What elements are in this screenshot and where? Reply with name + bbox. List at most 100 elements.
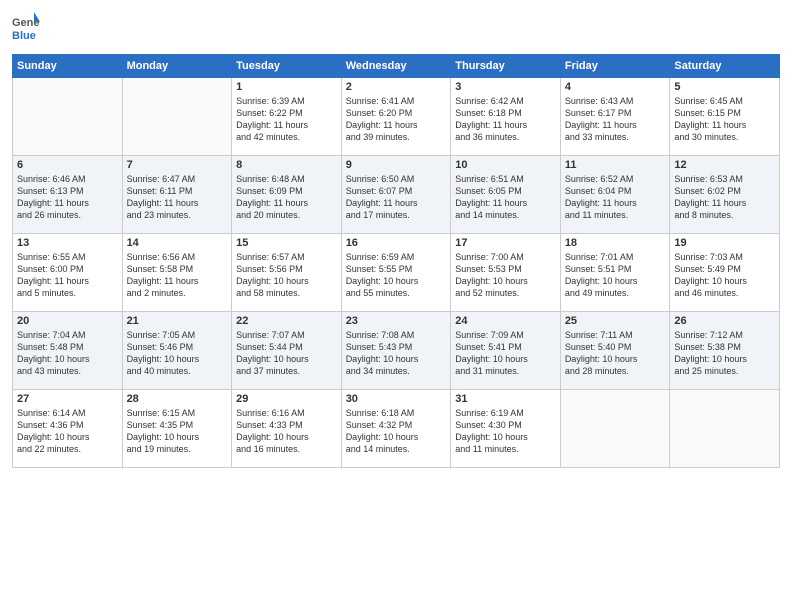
calendar-container: General Blue SundayMondayTuesdayWednesda… bbox=[0, 0, 792, 612]
day-info: Sunrise: 7:05 AM Sunset: 5:46 PM Dayligh… bbox=[127, 329, 228, 378]
day-cell: 2 Sunrise: 6:41 AM Sunset: 6:20 PM Daylig… bbox=[341, 78, 451, 156]
day-cell: 20 Sunrise: 7:04 AM Sunset: 5:48 PM Dayli… bbox=[13, 312, 123, 390]
day-cell: 1 Sunrise: 6:39 AM Sunset: 6:22 PM Daylig… bbox=[232, 78, 342, 156]
day-number: 30 bbox=[346, 393, 447, 405]
svg-text:Blue: Blue bbox=[12, 30, 36, 42]
day-info: Sunrise: 7:09 AM Sunset: 5:41 PM Dayligh… bbox=[455, 329, 556, 378]
week-row-2: 6 Sunrise: 6:46 AM Sunset: 6:13 PM Daylig… bbox=[13, 156, 780, 234]
day-info: Sunrise: 7:04 AM Sunset: 5:48 PM Dayligh… bbox=[17, 329, 118, 378]
day-number: 21 bbox=[127, 315, 228, 327]
day-header-tuesday: Tuesday bbox=[232, 55, 342, 78]
day-number: 11 bbox=[565, 159, 666, 171]
day-info: Sunrise: 6:42 AM Sunset: 6:18 PM Dayligh… bbox=[455, 95, 556, 144]
day-number: 28 bbox=[127, 393, 228, 405]
day-number: 31 bbox=[455, 393, 556, 405]
day-cell bbox=[670, 390, 780, 468]
day-number: 20 bbox=[17, 315, 118, 327]
day-info: Sunrise: 6:50 AM Sunset: 6:07 PM Dayligh… bbox=[346, 173, 447, 222]
day-cell: 3 Sunrise: 6:42 AM Sunset: 6:18 PM Daylig… bbox=[451, 78, 561, 156]
day-number: 4 bbox=[565, 81, 666, 93]
day-cell: 14Sunrise: 6:56 AM Sunset: 5:58 PM Dayli… bbox=[122, 234, 232, 312]
day-info: Sunrise: 7:03 AM Sunset: 5:49 PM Dayligh… bbox=[674, 251, 775, 300]
day-cell: 22 Sunrise: 7:07 AM Sunset: 5:44 PM Dayli… bbox=[232, 312, 342, 390]
day-number: 13 bbox=[17, 237, 118, 249]
day-cell: 9 Sunrise: 6:50 AM Sunset: 6:07 PM Daylig… bbox=[341, 156, 451, 234]
day-number: 26 bbox=[674, 315, 775, 327]
day-number: 25 bbox=[565, 315, 666, 327]
day-number: 15 bbox=[236, 237, 337, 249]
week-row-1: 1 Sunrise: 6:39 AM Sunset: 6:22 PM Daylig… bbox=[13, 78, 780, 156]
day-header-sunday: Sunday bbox=[13, 55, 123, 78]
day-info: Sunrise: 6:18 AM Sunset: 4:32 PM Dayligh… bbox=[346, 407, 447, 456]
day-info: Sunrise: 6:52 AM Sunset: 6:04 PM Dayligh… bbox=[565, 173, 666, 222]
day-number: 5 bbox=[674, 81, 775, 93]
day-info: Sunrise: 6:47 AM Sunset: 6:11 PM Dayligh… bbox=[127, 173, 228, 222]
day-info: Sunrise: 6:43 AM Sunset: 6:17 PM Dayligh… bbox=[565, 95, 666, 144]
day-info: Sunrise: 6:14 AM Sunset: 4:36 PM Dayligh… bbox=[17, 407, 118, 456]
day-number: 2 bbox=[346, 81, 447, 93]
logo-svg: General Blue bbox=[12, 10, 40, 46]
day-number: 6 bbox=[17, 159, 118, 171]
day-number: 18 bbox=[565, 237, 666, 249]
day-cell: 31 Sunrise: 6:19 AM Sunset: 4:30 PM Dayli… bbox=[451, 390, 561, 468]
day-number: 27 bbox=[17, 393, 118, 405]
day-cell: 5 Sunrise: 6:45 AM Sunset: 6:15 PM Daylig… bbox=[670, 78, 780, 156]
day-number: 24 bbox=[455, 315, 556, 327]
day-info: Sunrise: 6:45 AM Sunset: 6:15 PM Dayligh… bbox=[674, 95, 775, 144]
header: General Blue bbox=[12, 10, 780, 46]
day-number: 7 bbox=[127, 159, 228, 171]
day-info: Sunrise: 6:59 AM Sunset: 5:55 PM Dayligh… bbox=[346, 251, 447, 300]
day-cell bbox=[13, 78, 123, 156]
day-number: 14 bbox=[127, 237, 228, 249]
day-number: 22 bbox=[236, 315, 337, 327]
week-row-4: 20 Sunrise: 7:04 AM Sunset: 5:48 PM Dayli… bbox=[13, 312, 780, 390]
day-cell: 11 Sunrise: 6:52 AM Sunset: 6:04 PM Dayli… bbox=[560, 156, 670, 234]
day-number: 17 bbox=[455, 237, 556, 249]
day-number: 29 bbox=[236, 393, 337, 405]
day-number: 19 bbox=[674, 237, 775, 249]
day-number: 12 bbox=[674, 159, 775, 171]
day-header-monday: Monday bbox=[122, 55, 232, 78]
day-number: 1 bbox=[236, 81, 337, 93]
day-cell: 12Sunrise: 6:53 AM Sunset: 6:02 PM Dayli… bbox=[670, 156, 780, 234]
day-cell bbox=[122, 78, 232, 156]
day-cell: 6 Sunrise: 6:46 AM Sunset: 6:13 PM Daylig… bbox=[13, 156, 123, 234]
day-number: 3 bbox=[455, 81, 556, 93]
week-row-3: 13 Sunrise: 6:55 AM Sunset: 6:00 PM Dayli… bbox=[13, 234, 780, 312]
day-cell: 25Sunrise: 7:11 AM Sunset: 5:40 PM Dayli… bbox=[560, 312, 670, 390]
day-info: Sunrise: 6:41 AM Sunset: 6:20 PM Dayligh… bbox=[346, 95, 447, 144]
day-cell bbox=[560, 390, 670, 468]
day-header-friday: Friday bbox=[560, 55, 670, 78]
day-info: Sunrise: 6:55 AM Sunset: 6:00 PM Dayligh… bbox=[17, 251, 118, 300]
day-info: Sunrise: 6:57 AM Sunset: 5:56 PM Dayligh… bbox=[236, 251, 337, 300]
day-header-thursday: Thursday bbox=[451, 55, 561, 78]
day-cell: 26 Sunrise: 7:12 AM Sunset: 5:38 PM Dayli… bbox=[670, 312, 780, 390]
day-info: Sunrise: 6:16 AM Sunset: 4:33 PM Dayligh… bbox=[236, 407, 337, 456]
day-cell: 7 Sunrise: 6:47 AM Sunset: 6:11 PM Daylig… bbox=[122, 156, 232, 234]
calendar-table: SundayMondayTuesdayWednesdayThursdayFrid… bbox=[12, 54, 780, 468]
day-cell: 15 Sunrise: 6:57 AM Sunset: 5:56 PM Dayli… bbox=[232, 234, 342, 312]
day-cell: 10Sunrise: 6:51 AM Sunset: 6:05 PM Dayli… bbox=[451, 156, 561, 234]
day-info: Sunrise: 7:01 AM Sunset: 5:51 PM Dayligh… bbox=[565, 251, 666, 300]
day-header-wednesday: Wednesday bbox=[341, 55, 451, 78]
day-info: Sunrise: 6:19 AM Sunset: 4:30 PM Dayligh… bbox=[455, 407, 556, 456]
day-cell: 4 Sunrise: 6:43 AM Sunset: 6:17 PM Daylig… bbox=[560, 78, 670, 156]
logo-text-block: General Blue bbox=[12, 10, 40, 46]
day-cell: 13 Sunrise: 6:55 AM Sunset: 6:00 PM Dayli… bbox=[13, 234, 123, 312]
day-info: Sunrise: 6:39 AM Sunset: 6:22 PM Dayligh… bbox=[236, 95, 337, 144]
day-cell: 19 Sunrise: 7:03 AM Sunset: 5:49 PM Dayli… bbox=[670, 234, 780, 312]
day-cell: 24 Sunrise: 7:09 AM Sunset: 5:41 PM Dayli… bbox=[451, 312, 561, 390]
day-info: Sunrise: 7:08 AM Sunset: 5:43 PM Dayligh… bbox=[346, 329, 447, 378]
header-row: SundayMondayTuesdayWednesdayThursdayFrid… bbox=[13, 55, 780, 78]
day-cell: 18 Sunrise: 7:01 AM Sunset: 5:51 PM Dayli… bbox=[560, 234, 670, 312]
day-number: 9 bbox=[346, 159, 447, 171]
day-cell: 21 Sunrise: 7:05 AM Sunset: 5:46 PM Dayli… bbox=[122, 312, 232, 390]
day-cell: 30 Sunrise: 6:18 AM Sunset: 4:32 PM Dayli… bbox=[341, 390, 451, 468]
day-cell: 23Sunrise: 7:08 AM Sunset: 5:43 PM Dayli… bbox=[341, 312, 451, 390]
day-info: Sunrise: 6:46 AM Sunset: 6:13 PM Dayligh… bbox=[17, 173, 118, 222]
day-info: Sunrise: 7:07 AM Sunset: 5:44 PM Dayligh… bbox=[236, 329, 337, 378]
day-header-saturday: Saturday bbox=[670, 55, 780, 78]
day-info: Sunrise: 6:51 AM Sunset: 6:05 PM Dayligh… bbox=[455, 173, 556, 222]
day-info: Sunrise: 7:12 AM Sunset: 5:38 PM Dayligh… bbox=[674, 329, 775, 378]
day-info: Sunrise: 6:48 AM Sunset: 6:09 PM Dayligh… bbox=[236, 173, 337, 222]
